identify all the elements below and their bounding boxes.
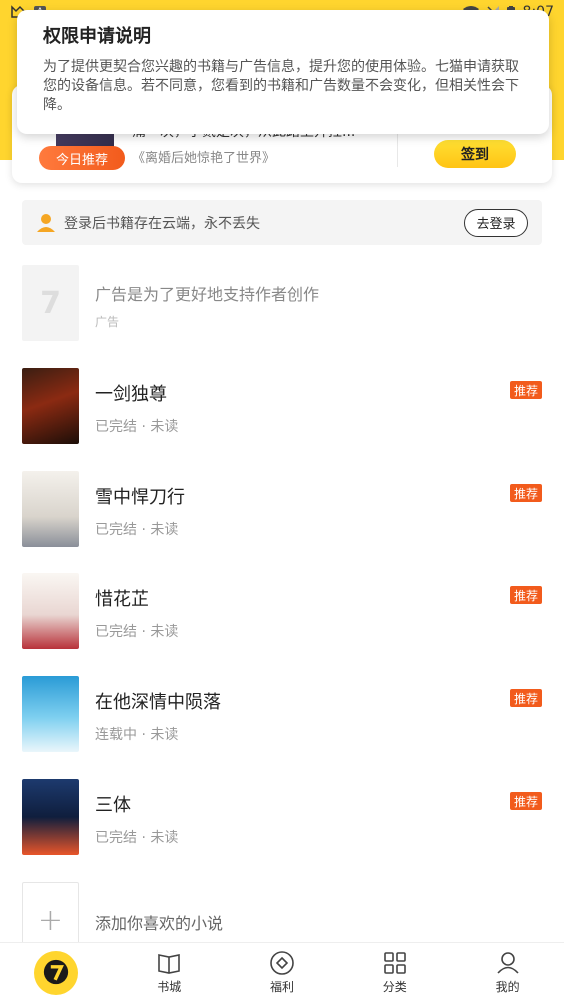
user-icon [496,952,519,974]
permission-title: 权限申请说明 [43,26,151,47]
user-icon [37,213,55,232]
ad-title: 广告是为了更好地支持作者创作 [95,285,320,304]
tab-bookstore[interactable]: 书城 [113,943,226,1002]
book-cover [22,676,79,752]
book-status: 已完结 · 未读 [95,419,179,435]
bottom-tab-bar: 书城 福利 分类 我的 [0,942,564,1002]
recommend-book-title[interactable]: 《离婚后她惊艳了世界》 [132,147,275,166]
book-status: 已完结 · 未读 [95,624,179,640]
ad-item[interactable]: 7 广告是为了更好地支持作者创作 广告 [22,265,542,343]
book-cover [22,573,79,649]
add-book-text: 添加你喜欢的小说 [95,914,224,933]
gift-icon [270,951,294,975]
tab-label: 福利 [269,980,294,994]
book-title: 雪中悍刀行 [95,487,185,508]
permission-body: 为了提供更契合您兴趣的书籍与广告信息，提升您的使用体验。七猫申请获取您的设备信息… [43,59,519,113]
book-item[interactable]: 雪中悍刀行 已完结 · 未读 推荐 [22,471,542,549]
tab-label: 分类 [382,980,407,994]
today-recommend-badge: 今日推荐 [39,146,125,170]
book-cover [22,471,79,547]
recommend-tag: 推荐 [509,689,542,707]
book-cover [22,779,79,855]
go-login-button[interactable]: 去登录 [464,208,528,237]
book-title: 一剑独尊 [95,384,167,405]
recommend-tag: 推荐 [509,484,542,502]
recommend-tag: 推荐 [509,381,542,399]
book-icon [158,954,180,974]
book-title: 在他深情中陨落 [95,692,221,713]
permission-popup: 权限申请说明 为了提供更契合您兴趣的书籍与广告信息，提升您的使用体验。七猫申请获… [17,10,549,134]
book-status: 已完结 · 未读 [95,830,179,846]
book-cover [22,368,79,444]
book-item[interactable]: 一剑独尊 已完结 · 未读 推荐 [22,368,542,446]
login-banner-text: 登录后书籍存在云端，永不丢失 [64,215,260,232]
book-status: 连载中 · 未读 [95,727,179,743]
tab-label: 书城 [157,980,182,994]
tab-bookshelf[interactable] [0,943,113,1002]
tab-label: 我的 [495,980,520,994]
book-title: 三体 [95,795,131,816]
tab-profile[interactable]: 我的 [451,943,564,1002]
book-item[interactable]: 在他深情中陨落 连载中 · 未读 推荐 [22,676,542,754]
ad-label: 广告 [95,315,120,329]
cat-logo-icon [34,950,79,995]
book-item[interactable]: 惜花芷 已完结 · 未读 推荐 [22,573,542,651]
book-item[interactable]: 三体 已完结 · 未读 推荐 [22,779,542,857]
grid-icon [383,952,406,974]
ad-placeholder-icon: 7 [22,265,79,341]
book-title: 惜花芷 [95,589,149,610]
sign-in-button[interactable]: 签到 [434,140,516,168]
recommend-tag: 推荐 [509,586,542,604]
tab-category[interactable]: 分类 [338,943,451,1002]
login-banner: 登录后书籍存在云端，永不丢失 去登录 [22,200,542,245]
recommend-tag: 推荐 [509,792,542,810]
tab-welfare[interactable]: 福利 [226,943,339,1002]
book-status: 已完结 · 未读 [95,522,179,538]
